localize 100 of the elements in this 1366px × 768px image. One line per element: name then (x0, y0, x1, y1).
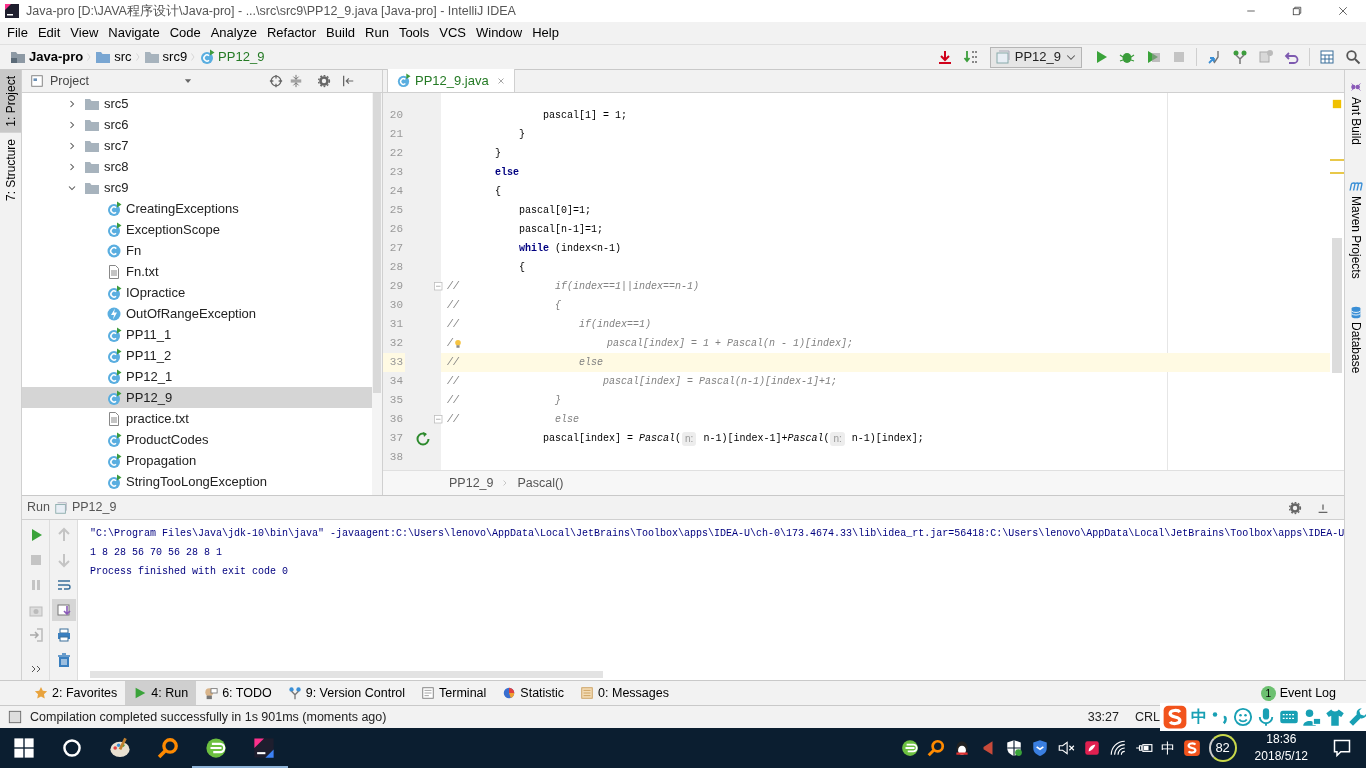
tree-item[interactable]: src5 (22, 93, 372, 114)
breadcrumb-item[interactable]: src (93, 47, 134, 67)
menu-item[interactable]: Build (321, 23, 360, 43)
tree-item[interactable]: ProductCodes (22, 429, 372, 450)
hide-icon[interactable] (340, 74, 355, 88)
text-file-icon (106, 410, 122, 427)
line-number: 33 (383, 353, 405, 372)
fold-marker-icon[interactable] (433, 413, 445, 426)
class-icon (106, 389, 122, 406)
tree-item[interactable]: CreatingExceptions (22, 198, 372, 219)
scrollbar-thumb[interactable] (90, 671, 603, 678)
warning-marker-icon[interactable] (1332, 99, 1342, 109)
caret-position[interactable]: 33:27 (1087, 707, 1119, 727)
notification-icon[interactable] (1332, 738, 1352, 758)
menu-item[interactable]: File (2, 23, 33, 43)
breadcrumb-item[interactable]: PP12_9 (197, 47, 267, 67)
editor-tab[interactable]: PP12_9.java (387, 69, 515, 92)
tree-item[interactable]: src7 (22, 135, 372, 156)
menu-item[interactable]: Edit (32, 23, 66, 43)
run-configuration-dropdown[interactable]: PP12_9 (989, 46, 1082, 68)
tool-window-button[interactable]: Terminal (413, 681, 495, 705)
app-icon[interactable] (1082, 739, 1101, 757)
shirt-icon[interactable] (1325, 707, 1345, 727)
code-comment: // pascal[index] = Pascal(n-1)[index-1]+1; (447, 375, 838, 389)
line-number: 22 (388, 146, 404, 161)
wifi-icon[interactable] (1108, 739, 1127, 757)
line-number: 35 (388, 393, 404, 408)
tree-item[interactable]: PP11_2 (22, 345, 372, 366)
tool-window-button[interactable]: 6: TODO (196, 681, 280, 705)
scroll-to-end-button[interactable] (51, 599, 76, 621)
todo-icon (204, 686, 219, 700)
tree-item[interactable]: practice.txt (22, 408, 372, 429)
menu-item[interactable]: Window (470, 23, 528, 43)
tree-item[interactable]: src8 (22, 156, 372, 177)
tool-window-tab[interactable]: Database (1344, 302, 1366, 376)
tree-item[interactable]: PP12_1 (22, 366, 372, 387)
close-icon[interactable] (495, 75, 506, 86)
tool-window-tab[interactable]: 7: Structure (0, 132, 21, 207)
emoji-icon[interactable] (1233, 707, 1253, 727)
battery-ring[interactable]: 82 (1208, 734, 1237, 762)
menu-item[interactable]: Refactor (261, 23, 322, 43)
shield-icon[interactable] (1030, 739, 1049, 757)
breadcrumb-item[interactable]: PP12_9 (449, 473, 494, 493)
sort-icon (962, 49, 979, 65)
tool-window-button[interactable]: 0: Messages (572, 681, 677, 705)
tree-item[interactable]: src9 (22, 177, 372, 198)
exception-class-icon (106, 305, 122, 322)
user-icon[interactable] (1302, 707, 1322, 727)
tree-item[interactable]: PP11_1 (22, 324, 372, 345)
scrollbar-thumb[interactable] (1332, 238, 1342, 373)
tree-item[interactable]: IOpractice (22, 282, 372, 303)
settings-icon[interactable] (316, 74, 331, 88)
tree-item[interactable]: StringTooLongException (22, 471, 372, 492)
input-language[interactable]: 中 (1160, 737, 1175, 759)
tree-item[interactable]: Propagation (22, 450, 372, 471)
tree-item[interactable]: Fn.txt (22, 261, 372, 282)
fold-marker-icon[interactable] (433, 280, 445, 293)
tree-item[interactable]: PP12_9 (22, 387, 372, 408)
tool-window-button[interactable]: 4: Run (125, 681, 197, 705)
microphone-icon[interactable] (1256, 707, 1276, 727)
menu-item[interactable]: Tools (393, 23, 435, 43)
code-comment: // { (447, 299, 562, 313)
tree-item[interactable]: OutOfRangeException (22, 303, 372, 324)
menu-item[interactable]: Code (164, 23, 206, 43)
menu-item[interactable]: View (65, 23, 104, 43)
tree-item[interactable]: Fn (22, 240, 372, 261)
volume-muted-icon[interactable] (1056, 739, 1075, 757)
vcs-update-icon (1206, 49, 1222, 65)
wrench-icon[interactable] (1348, 707, 1366, 727)
scrollbar-thumb[interactable] (373, 93, 381, 393)
tool-window-tab[interactable]: Maven Projects (1344, 177, 1366, 281)
shield-icon[interactable] (1004, 739, 1023, 757)
breadcrumb-item[interactable]: Java-pro (8, 47, 86, 67)
menu-item[interactable]: Run (360, 23, 394, 43)
magnifier-icon[interactable] (926, 739, 945, 757)
tree-item[interactable]: src6 (22, 114, 372, 135)
tool-window-button[interactable]: 9: Version Control (279, 681, 414, 705)
clock-date[interactable]: 2018/5/12 (1254, 748, 1308, 765)
browser-icon[interactable] (900, 739, 919, 757)
menu-item[interactable]: Help (527, 23, 564, 43)
tool-window-tab[interactable]: Ant Build (1344, 78, 1366, 148)
tool-window-button[interactable]: Statistic (494, 681, 573, 705)
line-number: 28 (388, 260, 404, 275)
ime-logo-icon[interactable] (1182, 739, 1201, 757)
breadcrumb-item[interactable]: src9 (141, 47, 190, 67)
clock-time[interactable]: 18:36 (1266, 731, 1297, 748)
run-tab[interactable]: PP12_9 (71, 498, 117, 517)
collapse-icon[interactable] (288, 74, 303, 88)
menu-item[interactable]: Analyze (205, 23, 262, 43)
tool-window-tab[interactable]: 1: Project (0, 70, 21, 133)
star-icon (34, 686, 48, 700)
breadcrumb-item[interactable]: Pascal() (517, 473, 564, 493)
panel-toggle-icon[interactable] (8, 710, 22, 724)
tool-window-button[interactable]: 2: Favorites (26, 681, 126, 705)
settings-icon[interactable] (1288, 500, 1302, 515)
menu-item[interactable]: VCS (434, 23, 471, 43)
tree-item[interactable]: ExceptionScope (22, 219, 372, 240)
menu-item[interactable]: Navigate (103, 23, 165, 43)
locate-icon[interactable] (268, 74, 283, 88)
line-separator[interactable]: CRL (1135, 707, 1160, 727)
